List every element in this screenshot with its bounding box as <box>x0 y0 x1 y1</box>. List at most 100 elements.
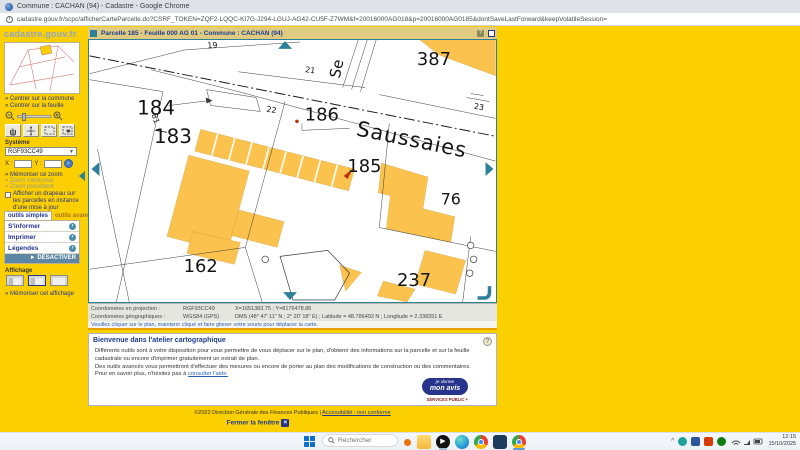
flag-checkbox[interactable] <box>5 192 11 198</box>
welcome-paragraph-3-text: Pour en savoir plus, n'hésitez pas à <box>95 371 188 377</box>
xy-go-button[interactable]: › <box>64 159 73 168</box>
taskbar-clock[interactable]: 12:15 15/10/2025 <box>768 434 796 447</box>
map-hint-text: Veuillez cliquer sur le plan, maintenir … <box>88 321 497 330</box>
parcel-label-237: 237 <box>397 270 431 291</box>
welcome-paragraph-2: Des outils avancés vous permettront d'ef… <box>89 364 496 372</box>
tray-app-icon-red[interactable] <box>704 437 713 446</box>
window-title: Commune : CACHAN (94) - Cadastre - Googl… <box>17 3 189 10</box>
parcel-label-387: 387 <box>417 49 451 70</box>
welcome-panel: Bienvenue dans l'atelier cartographique … <box>88 333 497 406</box>
parcel-label-76: 76 <box>441 190 461 209</box>
street-name-sente: Se <box>326 58 347 80</box>
chrome-active-icon[interactable] <box>512 435 526 449</box>
clock-time: 12:15 <box>768 434 796 441</box>
overview-minimap[interactable] <box>4 42 80 94</box>
cadastre-logo[interactable]: cadastre.gouv.fr <box>4 29 77 39</box>
map-corner-handle[interactable] <box>478 286 490 298</box>
close-window-label: Fermer la fenêtre <box>227 420 280 427</box>
coordinates-bar: Coordonnées en projection : RGF93CC49 X=… <box>88 303 497 321</box>
volume-icon <box>744 440 750 445</box>
maximize-icon[interactable] <box>488 30 495 37</box>
proj-coords-label: Coordonnées en projection : <box>91 306 183 312</box>
accordion-sinformer[interactable]: S'informer › <box>5 221 79 232</box>
move-crosshair-icon <box>26 126 36 136</box>
zoom-slider[interactable] <box>17 115 51 118</box>
building-block-mid <box>231 210 284 248</box>
tray-app-icon-blue[interactable] <box>691 437 700 446</box>
center-commune-link[interactable]: » Centrer sur la commune <box>5 96 74 102</box>
help-icon[interactable]: ? <box>477 30 484 37</box>
taskbar-app-notification-icon[interactable] <box>404 439 411 446</box>
parcel-label-183: 183 <box>154 125 192 148</box>
dashed-rect-icon <box>44 126 55 135</box>
expand-arrow-icon: › <box>69 234 76 241</box>
services-public-logo: SERVICES PUBLIC + <box>427 397 468 402</box>
media-player-icon[interactable]: ▶ <box>436 435 450 449</box>
help-icon[interactable]: ? <box>483 337 492 346</box>
parcel-186-marker <box>295 120 299 124</box>
wifi-icon <box>732 441 740 445</box>
welcome-title: Bienvenue dans l'atelier cartographique <box>89 334 496 346</box>
search-input[interactable] <box>338 437 393 444</box>
map-window-icon <box>90 30 97 37</box>
tray-app-icon-teal[interactable] <box>678 437 687 446</box>
zoom-slider-knob[interactable] <box>22 113 26 121</box>
geo-coords-label: Coordonnées géographiques : <box>91 314 183 320</box>
accordion-imprimer[interactable]: Imprimer › <box>5 232 79 243</box>
minimap-drawing <box>5 43 79 93</box>
memorize-layout-link[interactable]: » Mémoriser cet affichage <box>5 291 74 297</box>
accessibility-link[interactable]: Accessibilité : non conforme <box>322 410 390 416</box>
house-number-81: 81 <box>150 112 162 124</box>
pan-up-arrow-icon[interactable] <box>278 41 292 49</box>
accordion-imprimer-label: Imprimer <box>8 234 36 241</box>
start-button[interactable] <box>303 435 316 448</box>
tray-app-icon-green[interactable] <box>717 437 726 446</box>
minimap-highlight <box>40 45 52 55</box>
edge-icon[interactable] <box>455 435 469 449</box>
projection-select[interactable]: RGF93CC49▼ <box>5 147 77 156</box>
accordion-legendes[interactable]: Légendes › <box>5 243 79 254</box>
consult-help-link[interactable]: consulter l'aide. <box>188 371 228 377</box>
tab-outils-simples[interactable]: outils simples <box>4 211 52 220</box>
zoom-out-icon[interactable] <box>5 111 15 121</box>
site-info-icon[interactable]: i <box>6 16 13 23</box>
chrome-icon[interactable] <box>474 435 488 449</box>
x-coordinate-input[interactable] <box>14 160 32 168</box>
map-viewport[interactable]: 184 183 186 185 387 76 162 237 19 21 22 … <box>88 39 497 303</box>
taskbar-search[interactable] <box>322 434 398 447</box>
zoom-box-button[interactable] <box>41 124 57 137</box>
building-triangle <box>340 265 362 291</box>
desactiver-button[interactable]: ► DÉSACTIVER <box>5 254 79 263</box>
house-number-22: 22 <box>266 105 277 115</box>
url-bar[interactable]: i cadastre.gouv.fr/scpc/afficherCartePar… <box>0 13 800 26</box>
app-icon-dark[interactable] <box>493 435 507 449</box>
parcel-label-186: 186 <box>305 104 339 125</box>
pan-right-arrow-icon[interactable] <box>486 162 494 176</box>
close-icon: × <box>281 419 289 427</box>
tray-status-icons[interactable] <box>730 435 764 447</box>
zoom-extent-button[interactable] <box>59 124 75 137</box>
clock-date: 15/10/2025 <box>768 441 796 448</box>
file-explorer-icon[interactable] <box>417 435 431 449</box>
layout-thumb-3[interactable] <box>50 275 68 286</box>
je-donne-mon-avis-button[interactable]: je donne mon avis <box>422 378 468 395</box>
house-number-19: 19 <box>207 41 218 51</box>
proj-values: X=1651383.75 ; Y=8176478.86 <box>235 306 494 312</box>
center-tool-button[interactable] <box>23 124 39 137</box>
pan-left-arrow-icon[interactable] <box>92 162 100 176</box>
sidebar-collapse-arrow-icon[interactable] <box>79 171 85 181</box>
avis-line2: mon avis <box>422 385 468 393</box>
y-coordinate-input[interactable] <box>44 160 62 168</box>
pan-down-arrow-icon[interactable] <box>283 292 297 300</box>
previous-zoom-link[interactable]: » Zoom précédent <box>5 184 54 190</box>
expand-arrow-icon: › <box>69 245 76 252</box>
center-feuille-link[interactable]: » Centrer sur la feuille <box>5 103 64 109</box>
tray-overflow-chevron-icon[interactable]: ^ <box>671 438 674 445</box>
layout-thumb-1[interactable] <box>6 275 24 286</box>
footer-copyright-line: ©2022 Direction Générale des Finances Pu… <box>88 410 497 416</box>
pan-hand-button[interactable] <box>5 124 21 137</box>
zoom-in-icon[interactable] <box>53 111 63 121</box>
layout-thumb-2[interactable] <box>28 275 46 286</box>
chevron-down-icon: ▼ <box>69 149 74 155</box>
close-window-control[interactable]: Fermer la fenêtre× <box>88 419 428 427</box>
